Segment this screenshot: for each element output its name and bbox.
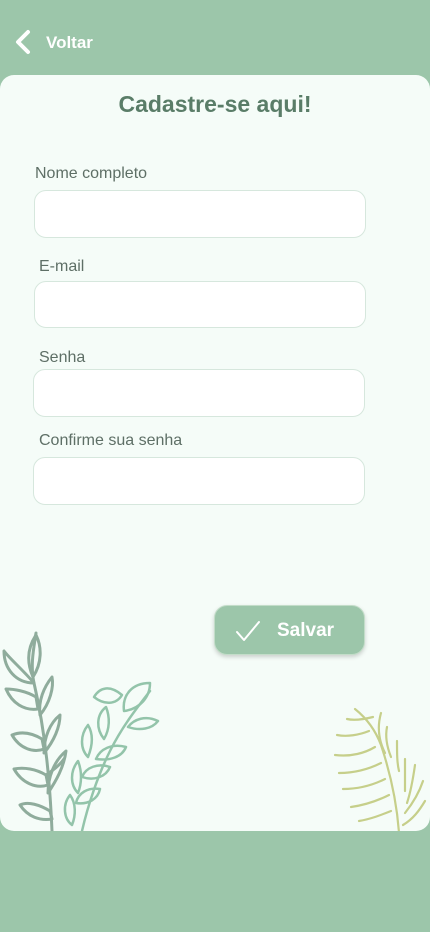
- full-name-label: Nome completo: [35, 165, 148, 182]
- password-field[interactable]: [33, 369, 365, 417]
- check-icon: [235, 619, 261, 648]
- page-title: Cadastre-se aqui!: [118, 91, 312, 117]
- save-button[interactable]: Salvar: [214, 605, 365, 655]
- save-label: Salvar: [277, 620, 335, 641]
- email-label: E-mail: [39, 258, 85, 275]
- email-field[interactable]: [34, 281, 366, 328]
- confirm-password-label: Confirme sua senha: [39, 432, 183, 449]
- chevron-left-icon: [14, 29, 32, 55]
- leaf-branch-icon: [2, 631, 160, 831]
- password-label: Senha: [39, 349, 86, 366]
- back-button[interactable]: Voltar: [14, 27, 93, 57]
- confirm-password-field[interactable]: [33, 457, 365, 505]
- top-bar: Voltar: [0, 0, 430, 75]
- registration-card: Cadastre-se aqui! Nome completo E-mail S…: [0, 75, 430, 831]
- full-name-field[interactable]: [34, 190, 366, 238]
- palm-leaf-icon: [333, 707, 427, 831]
- back-label: Voltar: [46, 33, 93, 52]
